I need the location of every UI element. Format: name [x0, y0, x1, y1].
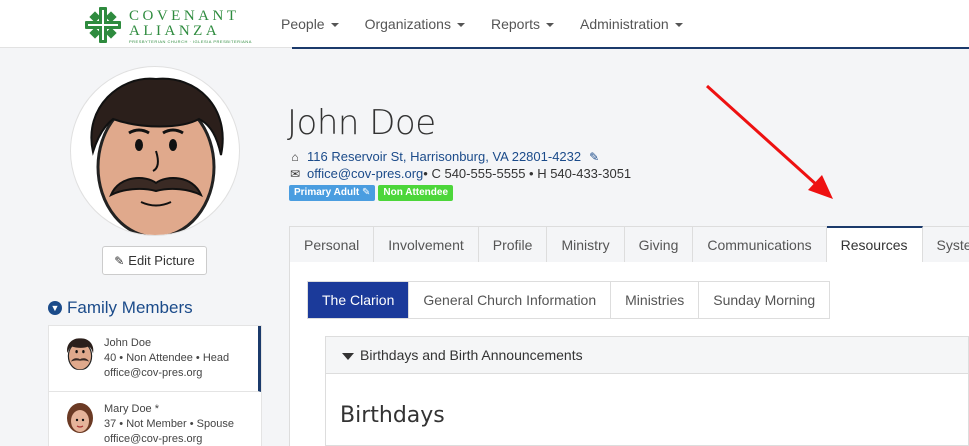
nav-reports-label: Reports — [490, 16, 541, 32]
family-member-john[interactable]: John Doe 40 • Non Attendee • Head office… — [49, 326, 261, 392]
resource-subtabs: The Clarion General Church Information M… — [307, 281, 831, 319]
family-members-header[interactable]: ▼ Family Members — [48, 298, 193, 318]
birthdays-accordion: Birthdays and Birth Announcements Birthd… — [325, 336, 969, 446]
nav-administration[interactable]: Administration — [567, 0, 696, 48]
member-email: office@cov-pres.org — [104, 433, 203, 445]
cartoon-man-face-icon — [67, 338, 94, 370]
tab-personal[interactable]: Personal — [290, 226, 375, 263]
home-icon: ⌂ — [291, 149, 299, 164]
tab-ministry[interactable]: Ministry — [547, 226, 625, 263]
nav-people[interactable]: People — [268, 0, 352, 48]
caret-down-icon — [456, 23, 465, 28]
family-member-mary[interactable]: Mary Doe * 37 • Not Member • Spouse offi… — [49, 392, 261, 446]
pencil-icon: ✎ — [114, 254, 125, 268]
address-line: ⌂ 116 Reservoir St, Harrisonburg, VA 228… — [289, 149, 599, 164]
member-detail: 37 • Not Member • Spouse — [104, 418, 234, 430]
section-heading: Birthdays — [340, 403, 445, 428]
subtab-the-clarion[interactable]: The Clarion — [308, 282, 410, 318]
accordion-title: Birthdays and Birth Announcements — [360, 347, 583, 363]
tab-resources[interactable]: Resources — [826, 226, 923, 263]
nav-organizations-label: Organizations — [364, 16, 451, 32]
caret-down-icon — [546, 23, 555, 28]
chevron-down-circle-icon: ▼ — [48, 301, 62, 315]
profile-avatar — [70, 66, 240, 236]
top-navbar: COVENANT ALIANZA PRESBYTERIAN CHURCH · I… — [0, 0, 969, 48]
address-link[interactable]: 116 Reservoir St, Harrisonburg, VA 22801… — [307, 149, 581, 164]
edit-picture-button[interactable]: ✎ Edit Picture — [102, 246, 207, 275]
edit-picture-label: Edit Picture — [128, 253, 195, 268]
avatar — [63, 336, 97, 370]
status-badges: Primary Adult ✎ Non Attendee — [289, 185, 454, 201]
tab-communications[interactable]: Communications — [693, 226, 827, 263]
nav-people-label: People — [281, 16, 325, 32]
envelope-icon: ✉ — [289, 166, 301, 181]
cartoon-woman-face-icon — [67, 403, 93, 433]
avatar — [63, 402, 97, 436]
family-members-title: Family Members — [67, 298, 193, 317]
phone-numbers: • C 540-555-5555 • H 540-433-3051 — [423, 166, 632, 181]
member-name: Mary Doe * — [104, 403, 160, 415]
status-badge-primary-adult[interactable]: Primary Adult ✎ — [289, 185, 376, 201]
tab-profile[interactable]: Profile — [478, 226, 548, 263]
main-menu: People Organizations Reports Administrat… — [268, 0, 696, 48]
nav-administration-label: Administration — [580, 16, 669, 32]
caret-down-icon — [674, 23, 683, 28]
pencil-icon[interactable]: ✎ — [589, 150, 599, 164]
tab-system[interactable]: System — [922, 226, 969, 263]
nav-reports[interactable]: Reports — [478, 0, 567, 48]
family-member-info: John Doe 40 • Non Attendee • Head office… — [104, 336, 229, 381]
subtab-ministries[interactable]: Ministries — [611, 282, 700, 318]
member-email: office@cov-pres.org — [104, 367, 203, 379]
nav-divider — [292, 47, 969, 49]
family-member-info: Mary Doe * 37 • Not Member • Spouse offi… — [104, 402, 234, 446]
caret-down-icon — [330, 23, 339, 28]
contact-line: ✉ office@cov-pres.org • C 540-555-5555 •… — [289, 166, 631, 181]
cartoon-man-face-icon — [90, 77, 224, 235]
accordion-header[interactable]: Birthdays and Birth Announcements — [326, 337, 968, 374]
person-name: John Doe — [287, 103, 436, 143]
celtic-cross-logo-icon — [85, 7, 121, 43]
badge-label: Primary Adult — [294, 187, 360, 198]
tab-giving[interactable]: Giving — [624, 226, 694, 263]
tab-involvement[interactable]: Involvement — [374, 226, 479, 263]
caret-down-icon — [342, 352, 354, 360]
status-badge-non-attendee: Non Attendee — [378, 185, 454, 201]
brand-logo[interactable]: COVENANT ALIANZA PRESBYTERIAN CHURCH · I… — [84, 4, 251, 44]
subtab-general-church-information[interactable]: General Church Information — [409, 282, 612, 318]
email-link[interactable]: office@cov-pres.org — [307, 166, 423, 181]
profile-tabs: Personal Involvement Profile Ministry Gi… — [289, 226, 969, 263]
family-member-list: John Doe 40 • Non Attendee • Head office… — [48, 325, 262, 446]
subtab-sunday-morning[interactable]: Sunday Morning — [699, 282, 830, 318]
brand-name-line2: ALIANZA — [129, 23, 221, 39]
member-name: John Doe — [104, 337, 152, 349]
member-detail: 40 • Non Attendee • Head — [104, 352, 230, 364]
pencil-icon: ✎ — [361, 187, 371, 198]
nav-organizations[interactable]: Organizations — [352, 0, 478, 48]
brand-tagline: PRESBYTERIAN CHURCH · IGLESIA PRESBITERI… — [129, 39, 252, 44]
